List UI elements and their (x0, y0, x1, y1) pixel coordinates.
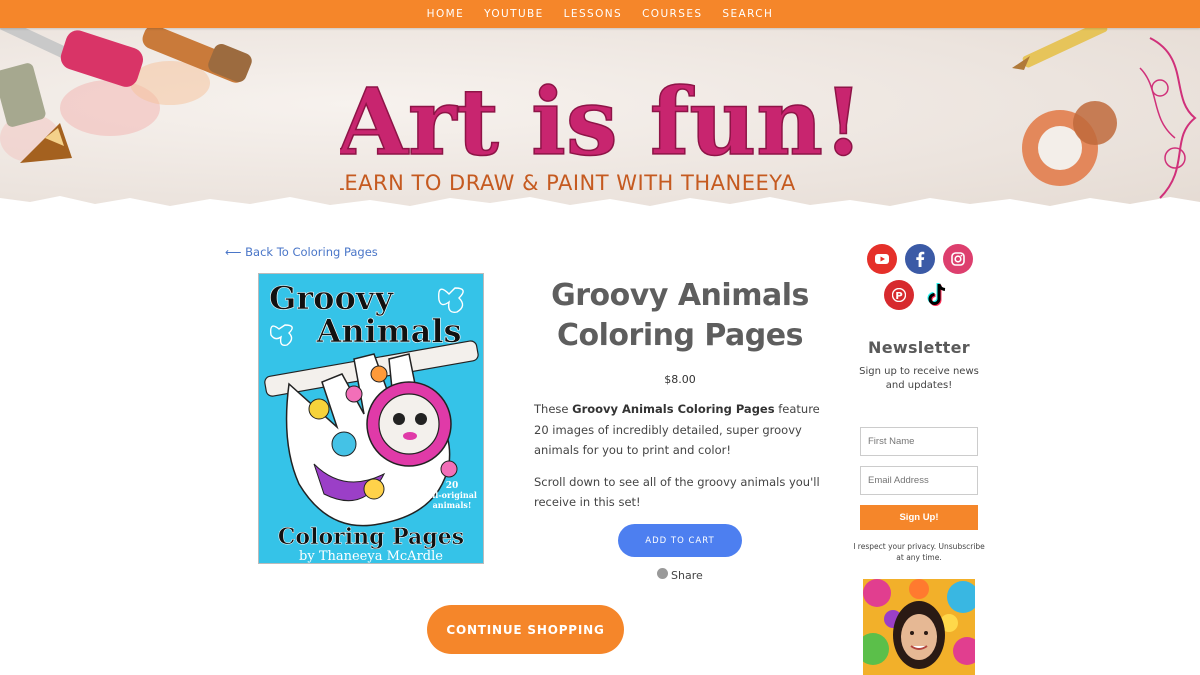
add-to-cart-button[interactable]: ADD TO CART (618, 524, 742, 557)
privacy-note: I respect your privacy. Unsubscribe at a… (853, 542, 985, 562)
author-avatar[interactable] (863, 579, 975, 675)
site-logo-title: Art is fun! (340, 68, 860, 176)
svg-text:P: P (895, 291, 902, 302)
back-to-coloring-pages-link[interactable]: ⟵ Back To Coloring Pages (225, 245, 378, 259)
description-paragraph-2: Scroll down to see all of the groovy ani… (534, 474, 820, 510)
description-paragraph-1: These Groovy Animals Coloring Pages feat… (534, 402, 820, 457)
email-field[interactable] (860, 466, 978, 495)
continue-shopping-button[interactable]: CONTINUE SHOPPING (427, 605, 624, 654)
product-title: Groovy Animals Coloring Pages (551, 278, 809, 353)
newsletter-subtitle: Sign up to receive news and updates! (859, 366, 979, 391)
instagram-link[interactable] (943, 244, 973, 274)
share-label: Share (671, 569, 703, 582)
torn-paper-edge (0, 196, 1200, 218)
newsletter-heading: Newsletter (868, 338, 970, 357)
pinterest-icon: P (892, 288, 906, 302)
sign-up-button[interactable]: Sign Up! (860, 505, 978, 530)
share-icon (657, 568, 668, 579)
pinterest-link[interactable]: P (884, 280, 914, 310)
product-cover-image[interactable]: Groovy Animals 20 all-original animals! … (258, 273, 484, 564)
cover-bottom-title: Coloring Pages (278, 524, 464, 550)
facebook-icon (916, 251, 925, 267)
nav-lessons[interactable]: LESSONS (554, 8, 632, 20)
first-name-field[interactable] (860, 427, 978, 456)
tiktok-icon (927, 283, 946, 306)
product-price: $8.00 (664, 373, 696, 386)
cover-author: by Thaneeya McArdle (299, 549, 443, 564)
top-navigation: HOME YOUTUBE LESSONS COURSES SEARCH (0, 0, 1200, 28)
nav-youtube[interactable]: YOUTUBE (474, 8, 554, 20)
cover-badge-line3: animals! (433, 500, 472, 510)
paintbrush-decoration (0, 28, 252, 163)
tiktok-link[interactable] (922, 280, 952, 310)
instagram-icon (951, 252, 965, 266)
nav-search[interactable]: SEARCH (712, 8, 783, 20)
youtube-icon (875, 254, 889, 264)
youtube-link[interactable] (867, 244, 897, 274)
facebook-link[interactable] (905, 244, 935, 274)
nav-home[interactable]: HOME (417, 8, 474, 20)
nav-courses[interactable]: COURSES (632, 8, 712, 20)
cover-title-line2: Animals (315, 312, 461, 350)
site-banner[interactable]: Art is fun! LEARN TO DRAW & PAINT WITH T… (0, 28, 1200, 218)
share-button[interactable]: Share (657, 568, 703, 582)
product-description: These Groovy Animals Coloring Pages feat… (534, 399, 824, 524)
cover-badge-line2: all-original (427, 490, 477, 500)
